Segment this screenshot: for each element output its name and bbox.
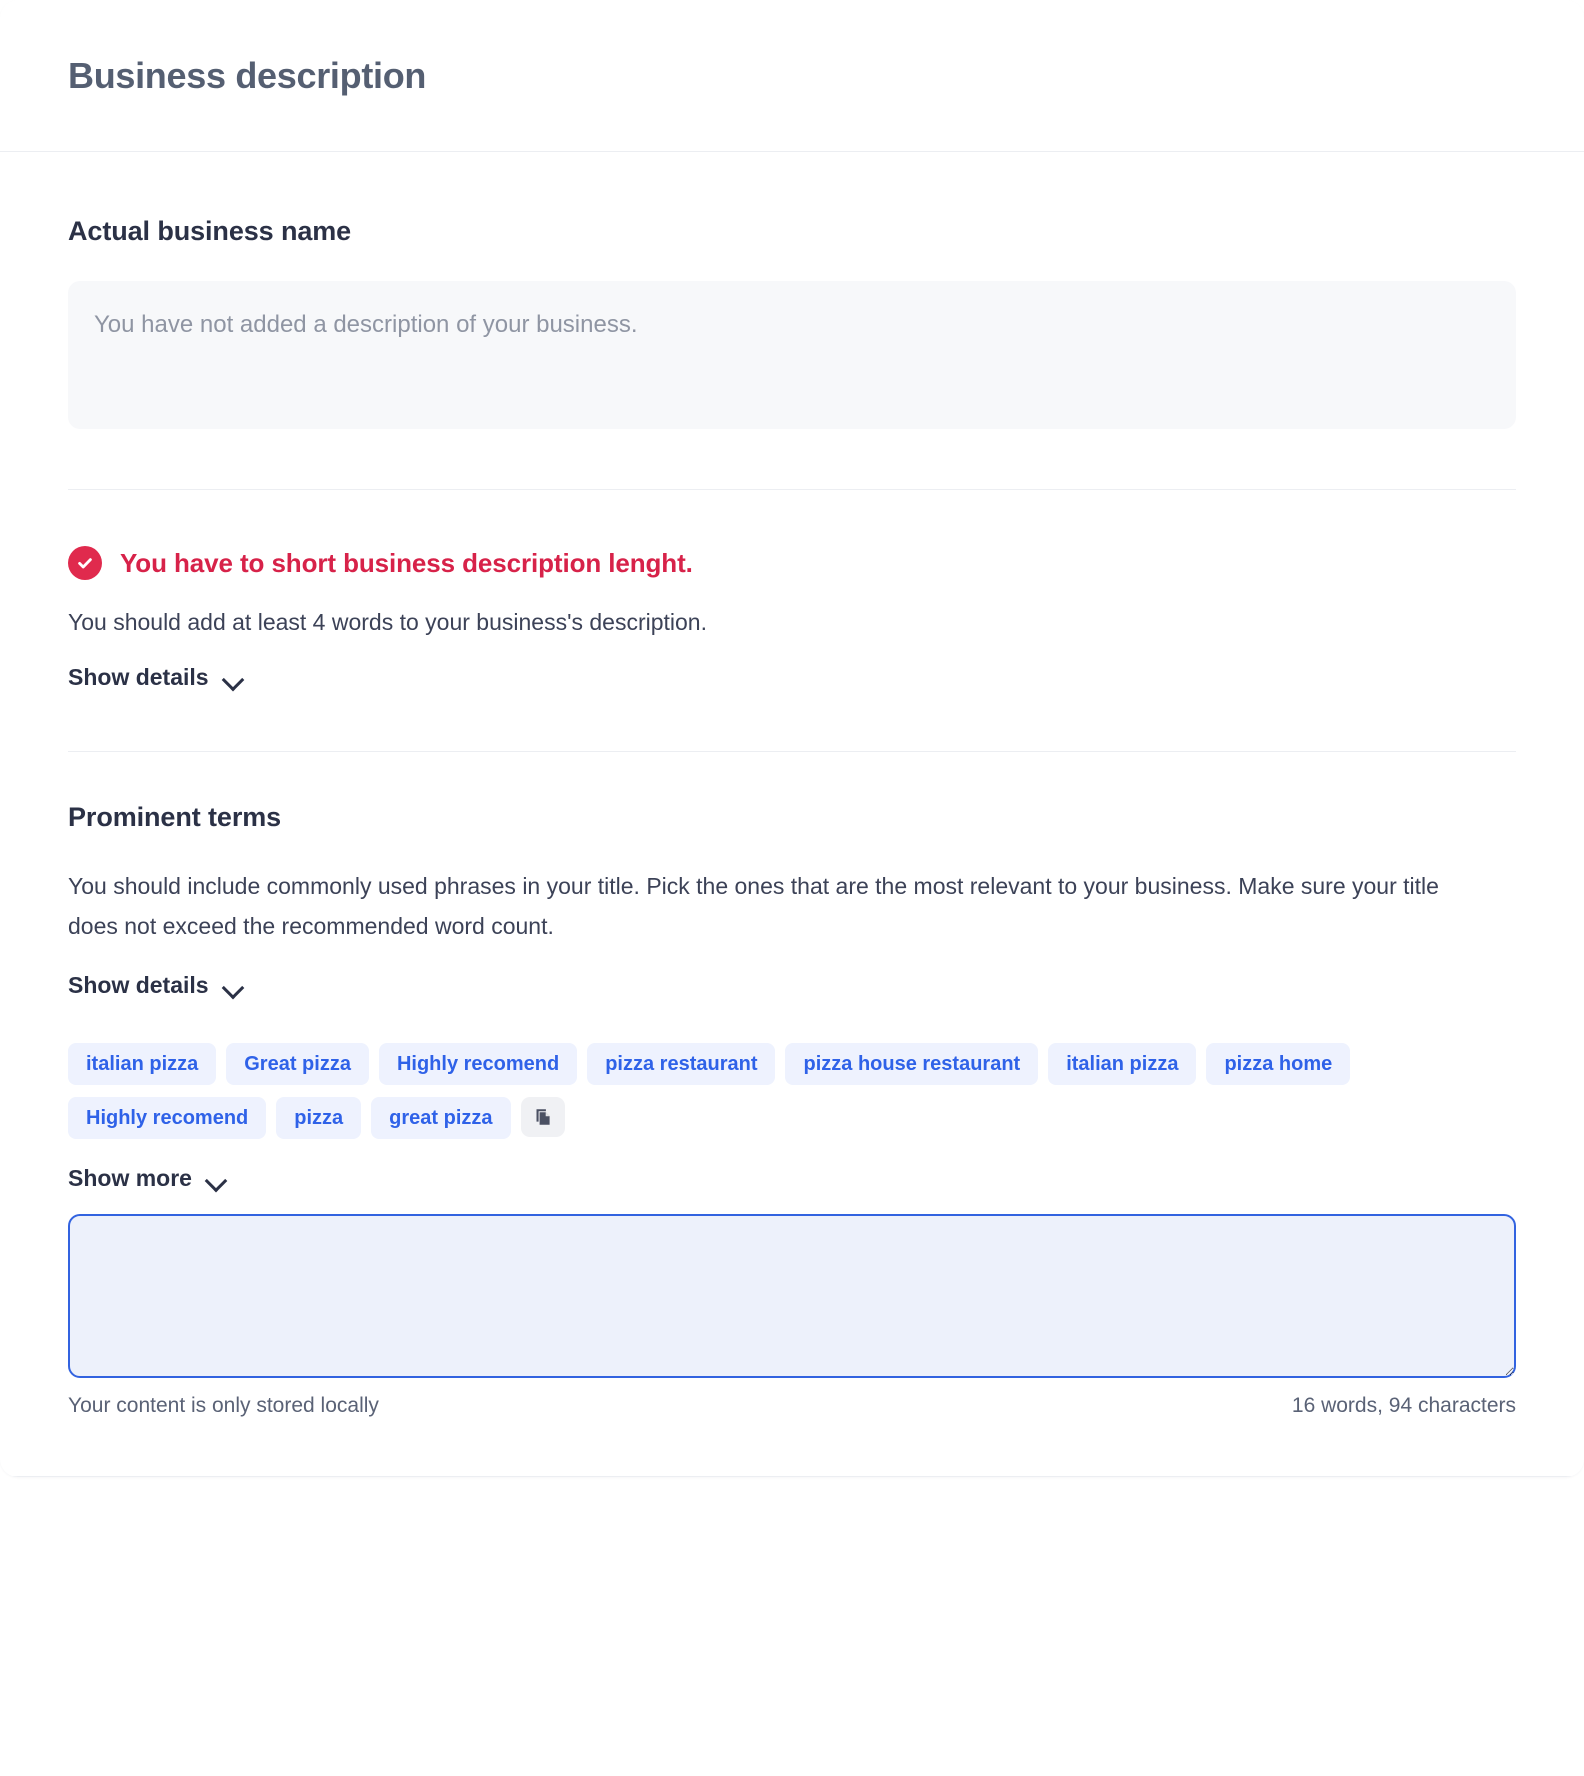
copy-terms-button[interactable] [520, 1097, 565, 1138]
alert-title: You have to short business description l… [120, 547, 693, 578]
business-description-empty-text: You have not added a description of your… [94, 311, 638, 338]
term-tag[interactable]: italian pizza [68, 1043, 217, 1086]
term-tag[interactable]: pizza [276, 1097, 362, 1140]
prominent-terms-title: Prominent terms [68, 802, 282, 833]
business-description-readonly-box: You have not added a description of your… [68, 281, 1516, 429]
terms-show-details-toggle[interactable]: Show details [68, 972, 243, 999]
business-description-page: Business description Actual business nam… [0, 0, 1584, 1776]
alert-show-details-label: Show details [68, 664, 209, 691]
word-character-counter: 16 words, 94 characters [1291, 1394, 1516, 1418]
card-body: Actual business name You have not added … [0, 152, 1584, 1476]
terms-show-details-label: Show details [68, 972, 209, 999]
alert-description: You should add at least 4 words to your … [68, 609, 707, 635]
actual-business-title: Actual business name [68, 216, 352, 246]
term-tag[interactable]: pizza restaurant [587, 1043, 776, 1086]
prominent-terms-tag-list: italian pizza Great pizza Highly recomen… [68, 1043, 1388, 1140]
term-tag[interactable]: great pizza [371, 1097, 511, 1140]
prominent-terms-description: You should include commonly used phrases… [68, 873, 1439, 939]
term-tag[interactable]: Highly recomend [378, 1043, 578, 1086]
check-circle-icon [68, 546, 102, 580]
term-tag[interactable]: Great pizza [226, 1043, 369, 1086]
page-title: Business description [68, 54, 427, 96]
term-tag[interactable]: italian pizza [1048, 1043, 1197, 1086]
terms-show-more-label: Show more [68, 1165, 192, 1192]
copy-icon [536, 1109, 550, 1126]
term-tag[interactable]: Highly recomend [68, 1097, 267, 1140]
term-tag[interactable]: pizza house restaurant [785, 1043, 1039, 1086]
chevron-down-icon [206, 1173, 226, 1185]
business-description-card: Business description Actual business nam… [0, 0, 1584, 1478]
storage-note: Your content is only stored locally [68, 1394, 379, 1418]
title-editor-textarea[interactable] [68, 1214, 1516, 1379]
chevron-down-icon [223, 672, 243, 684]
title-editor-wrapper: Your content is only stored locally 16 w… [68, 1214, 1516, 1476]
editor-meta-row: Your content is only stored locally 16 w… [68, 1394, 1516, 1476]
card-bottom-rule [0, 1476, 1584, 1478]
prominent-terms-section: Prominent terms You should include commo… [68, 752, 1516, 1476]
chevron-down-icon [223, 980, 243, 992]
alert-header: You have to short business description l… [68, 546, 1516, 580]
terms-show-more-toggle[interactable]: Show more [68, 1165, 226, 1192]
term-tag[interactable]: pizza home [1206, 1043, 1351, 1086]
actual-business-section: Actual business name You have not added … [68, 152, 1516, 429]
alert-show-details-toggle[interactable]: Show details [68, 664, 243, 691]
description-length-alert: You have to short business description l… [68, 490, 1516, 691]
card-header: Business description [0, 0, 1584, 152]
